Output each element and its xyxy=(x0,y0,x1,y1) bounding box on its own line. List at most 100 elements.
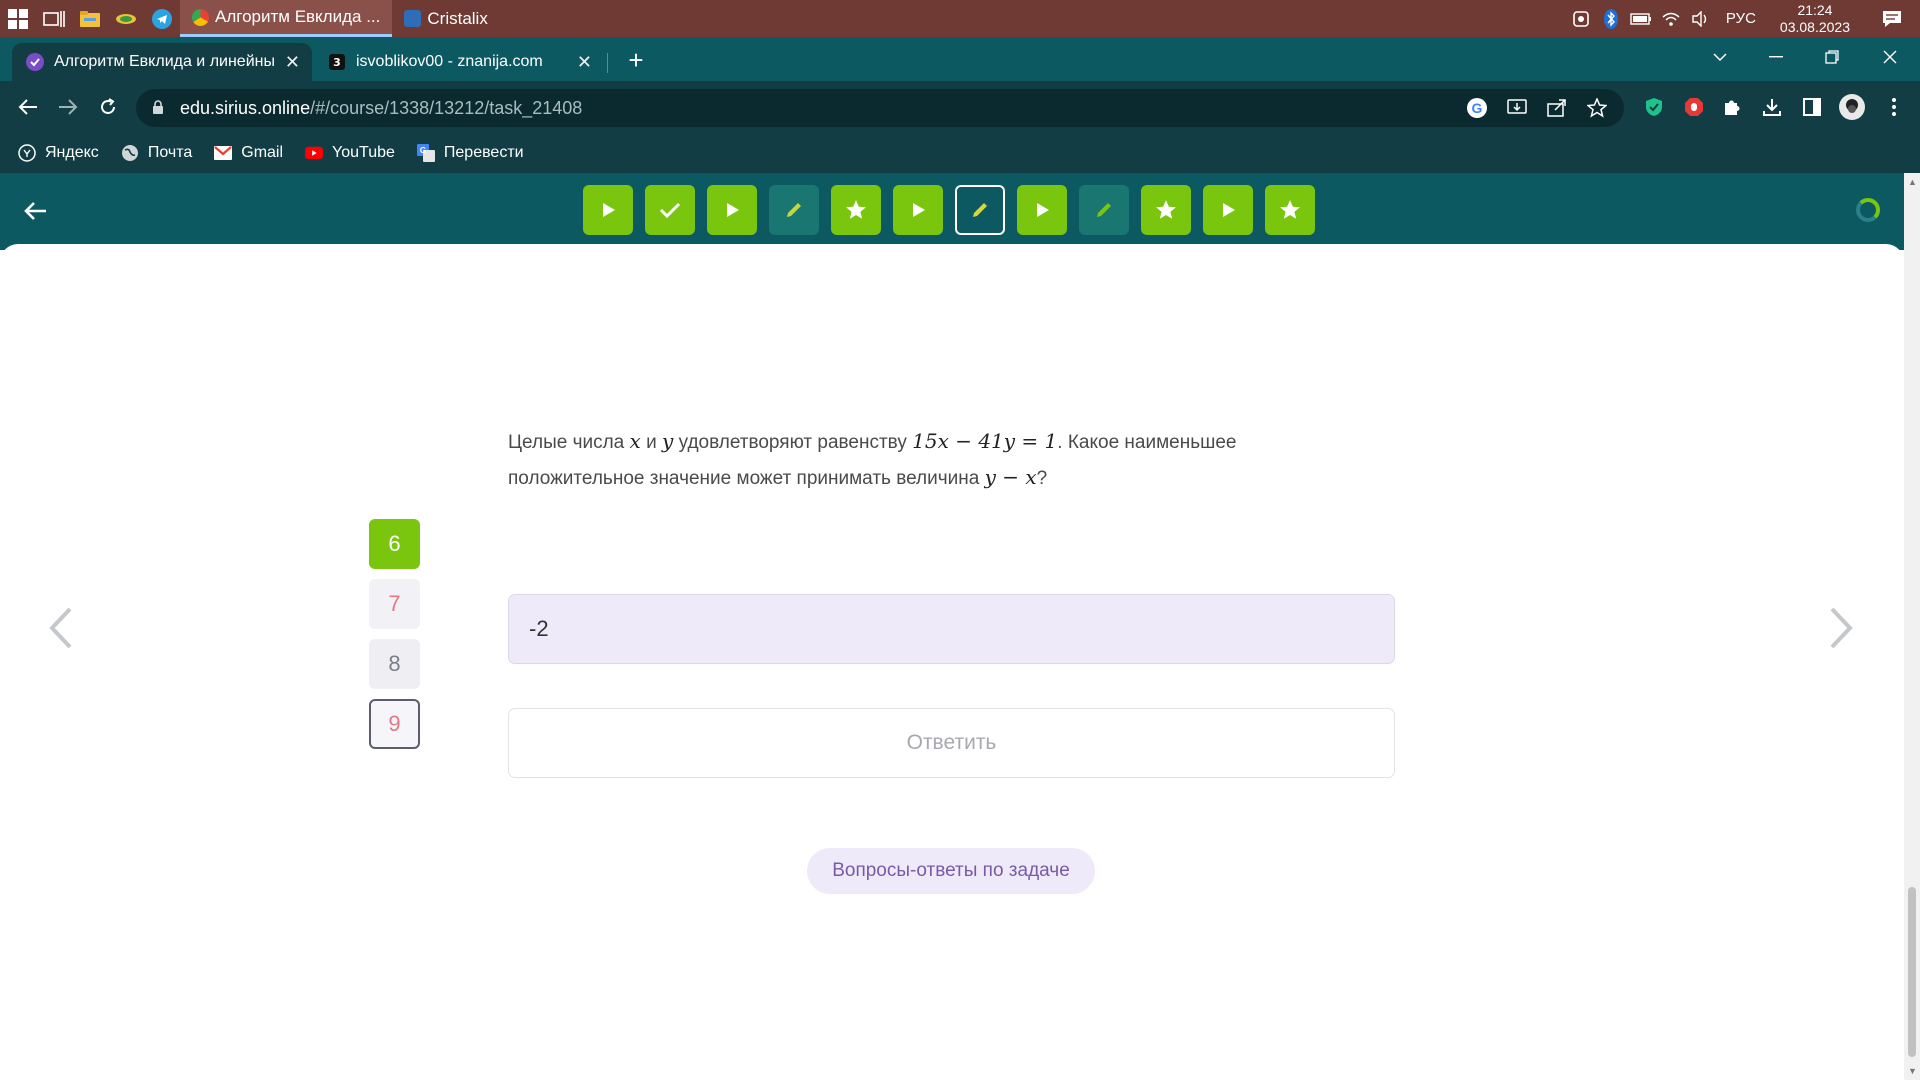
address-bar[interactable]: edu.sirius.online/#/course/1338/13212/ta… xyxy=(136,89,1624,127)
qa-button[interactable]: Вопросы-ответы по задаче xyxy=(807,848,1095,894)
install-app-icon[interactable] xyxy=(1504,95,1530,121)
volume-icon[interactable] xyxy=(1686,0,1716,37)
youtube-icon xyxy=(305,144,324,162)
new-tab-button[interactable]: + xyxy=(622,47,650,75)
chrome-menu-icon[interactable] xyxy=(1880,93,1908,121)
page-scrollbar[interactable]: ▲ ▼ xyxy=(1904,173,1920,1080)
task-7-current[interactable] xyxy=(955,185,1005,235)
clock-time: 21:24 xyxy=(1797,1,1833,18)
subtask-7[interactable]: 7 xyxy=(369,579,420,629)
subtask-list: 6 7 8 9 xyxy=(369,519,420,749)
clock[interactable]: 21:24 03.08.2023 xyxy=(1766,2,1864,36)
taskbar-task-cristalix[interactable]: Cristalix xyxy=(392,0,499,37)
task-12[interactable] xyxy=(1265,185,1315,235)
windows-start-icon[interactable] xyxy=(0,0,36,37)
prev-arrow-icon[interactable] xyxy=(46,605,76,651)
play-icon xyxy=(1223,203,1235,217)
task-8[interactable] xyxy=(1017,185,1067,235)
battery-icon[interactable] xyxy=(1626,0,1656,37)
loading-spinner-icon xyxy=(1856,198,1880,222)
profile-avatar[interactable] xyxy=(1838,93,1866,121)
forward-icon[interactable] xyxy=(54,93,82,121)
window-close-icon[interactable] xyxy=(1862,37,1918,77)
sirius-favicon xyxy=(26,53,44,71)
task-1[interactable] xyxy=(583,185,633,235)
globe-icon xyxy=(121,144,139,162)
reload-icon[interactable] xyxy=(94,93,122,121)
tab-euclid[interactable]: Алгоритм Евклида и линейные ✕ xyxy=(12,43,312,81)
downloads-icon[interactable] xyxy=(1758,93,1786,121)
tab-znanija[interactable]: 3 isvoblikov00 - znanija.com ✕ xyxy=(314,43,604,81)
system-tray-icon[interactable] xyxy=(1566,0,1596,37)
telegram-icon[interactable] xyxy=(144,0,180,37)
task-6[interactable] xyxy=(893,185,943,235)
bookmark-translate[interactable]: G Перевести xyxy=(416,144,524,162)
task-5[interactable] xyxy=(831,185,881,235)
bookmark-youtube[interactable]: YouTube xyxy=(305,144,395,162)
scroll-thumb[interactable] xyxy=(1908,887,1916,1057)
expression: y − x xyxy=(984,465,1037,489)
language-indicator[interactable]: РУС xyxy=(1716,10,1766,27)
lock-icon[interactable] xyxy=(152,100,166,116)
taskbar-task-chrome[interactable]: Алгоритм Евклида ... xyxy=(180,0,393,37)
equation: 15x − 41y = 1 xyxy=(912,429,1058,453)
play-icon xyxy=(913,203,925,217)
task-view-icon[interactable] xyxy=(36,0,72,37)
next-arrow-icon[interactable] xyxy=(1826,605,1856,651)
extensions-puzzle-icon[interactable] xyxy=(1718,93,1746,121)
subtask-8[interactable]: 8 xyxy=(369,639,420,689)
close-icon[interactable]: ✕ xyxy=(285,52,300,73)
yandex-icon xyxy=(18,144,36,162)
bluetooth-icon[interactable] xyxy=(1596,0,1626,37)
subtask-9[interactable]: 9 xyxy=(369,699,420,749)
play-icon xyxy=(727,203,739,217)
scroll-up-icon[interactable]: ▲ xyxy=(1908,177,1917,187)
var-x: x xyxy=(629,429,641,453)
url-path: /#/course/1338/13212/task_21408 xyxy=(310,97,583,118)
znanija-favicon: 3 xyxy=(328,53,346,71)
pencil-icon xyxy=(787,203,801,217)
file-explorer-icon[interactable] xyxy=(72,0,108,37)
restore-icon[interactable] xyxy=(1804,37,1860,77)
share-icon[interactable] xyxy=(1544,95,1570,121)
bookmark-yandex[interactable]: Яндекс xyxy=(18,144,99,162)
adblock-extension-icon[interactable] xyxy=(1680,93,1708,121)
svg-text:G: G xyxy=(420,146,426,155)
bookmark-gmail[interactable]: Gmail xyxy=(214,144,283,162)
back-arrow-icon[interactable] xyxy=(20,195,52,227)
bookmark-star-icon[interactable] xyxy=(1584,95,1610,121)
close-icon[interactable]: ✕ xyxy=(577,52,592,73)
var-y: y xyxy=(661,429,674,453)
shield-extension-icon[interactable] xyxy=(1640,93,1668,121)
tab-search-icon[interactable] xyxy=(1692,37,1748,77)
submit-button[interactable]: Ответить xyxy=(508,708,1395,778)
cristalix-icon xyxy=(404,10,422,27)
back-icon[interactable] xyxy=(14,93,42,121)
answer-input[interactable] xyxy=(508,594,1395,664)
url-host: edu.sirius.online xyxy=(180,97,311,118)
wifi-icon[interactable] xyxy=(1656,0,1686,37)
minimize-icon[interactable] xyxy=(1748,37,1804,77)
task-10[interactable] xyxy=(1141,185,1191,235)
notifications-icon[interactable] xyxy=(1864,10,1920,28)
star-icon xyxy=(1280,200,1300,219)
bookmark-pochta[interactable]: Почта xyxy=(121,144,192,162)
app-icon[interactable] xyxy=(108,0,144,37)
pencil-icon xyxy=(1097,203,1111,217)
chrome-icon xyxy=(192,8,209,26)
bookmarks-bar: Яндекс Почта Gmail YouTube G Перевести xyxy=(0,133,1920,173)
scroll-down-icon[interactable]: ▼ xyxy=(1908,1066,1917,1076)
side-panel-icon[interactable] xyxy=(1798,93,1826,121)
task-2[interactable] xyxy=(645,185,695,235)
task-4[interactable] xyxy=(769,185,819,235)
task-11[interactable] xyxy=(1203,185,1253,235)
subtask-6[interactable]: 6 xyxy=(369,519,420,569)
task-3[interactable] xyxy=(707,185,757,235)
gmail-icon xyxy=(214,144,233,162)
task-9[interactable] xyxy=(1079,185,1129,235)
task-navigation xyxy=(583,185,1315,235)
browser-toolbar: edu.sirius.online/#/course/1338/13212/ta… xyxy=(0,81,1920,133)
google-lens-icon[interactable]: G xyxy=(1464,95,1490,121)
translate-icon: G xyxy=(416,144,435,162)
play-icon xyxy=(1037,203,1049,217)
